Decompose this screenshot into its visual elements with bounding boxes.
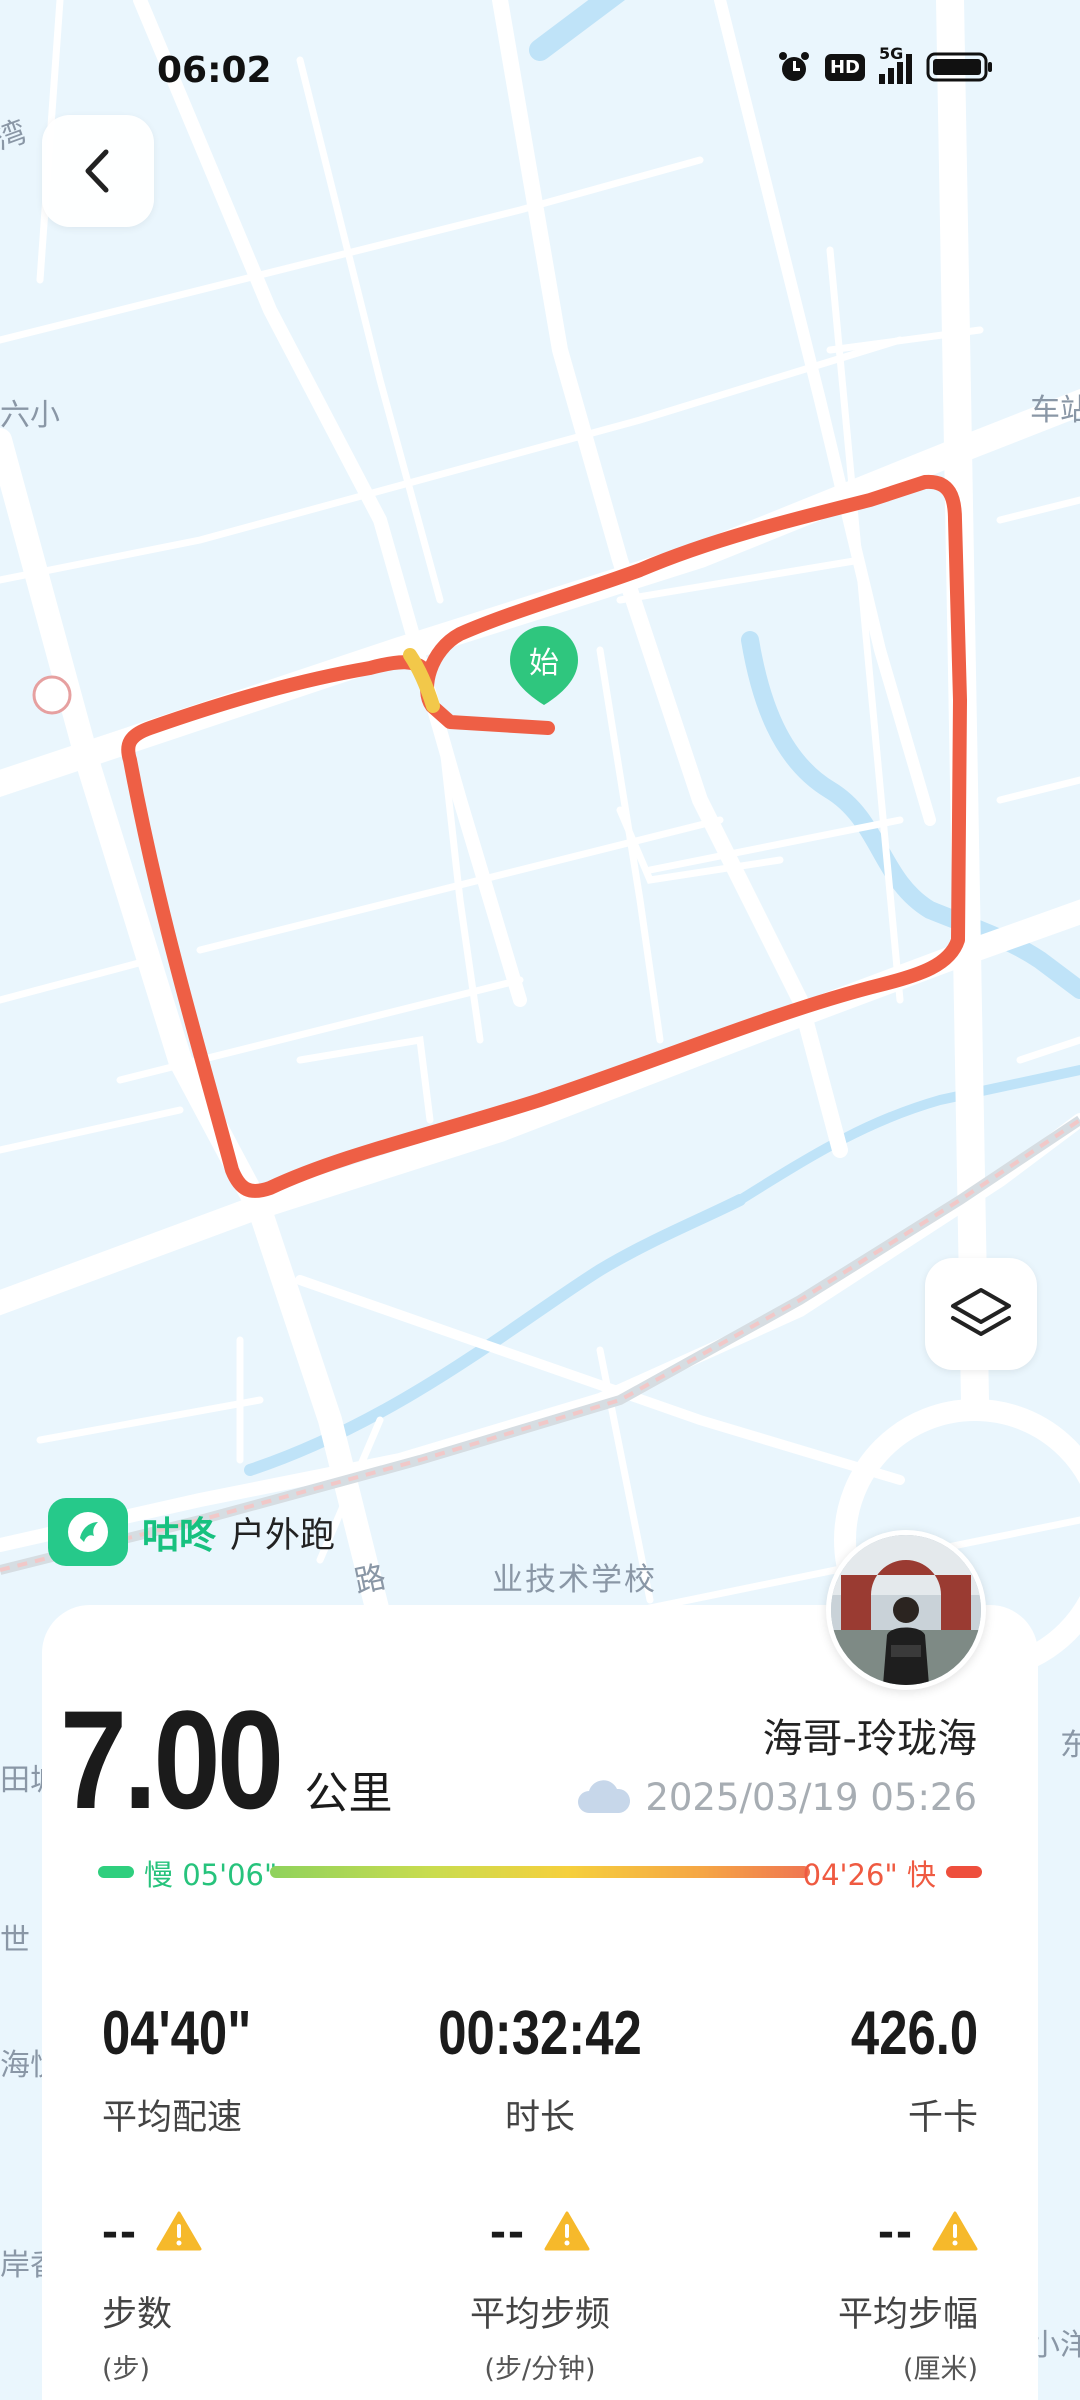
- brand-badge: 咕咚 户外跑: [48, 1498, 335, 1566]
- distance-block: 7.00 公里: [60, 1690, 392, 1830]
- stride-value: --: [878, 2204, 914, 2258]
- distance-unit: 公里: [304, 1768, 393, 1819]
- hd-icon: HD: [824, 53, 865, 81]
- stat-avg-pace: 04'40" 平均配速: [102, 2003, 284, 2140]
- slow-pace-dot: [98, 1866, 134, 1878]
- svg-text:世: 世: [0, 1923, 30, 1958]
- user-name: 海哥-玲珑海: [762, 1716, 977, 1762]
- stat-calories: 426.0 千卡: [823, 2003, 978, 2140]
- codoon-logo-icon: [48, 1498, 128, 1566]
- cadence-value: --: [490, 2204, 526, 2258]
- cloud-icon: [578, 1779, 631, 1813]
- warning-icon: [932, 2211, 978, 2251]
- pace-gradient-track: [270, 1866, 810, 1878]
- calories-value: 426.0: [850, 1999, 978, 2068]
- duration-label: 时长: [504, 2098, 575, 2138]
- slow-pace-label: 慢 05'06": [144, 1858, 278, 1892]
- avatar[interactable]: [826, 1530, 986, 1690]
- date-row: 2025/03/19 05:26: [575, 1776, 977, 1819]
- svg-text:六小: 六小: [0, 398, 60, 433]
- battery-icon: [926, 52, 992, 82]
- stat-cadence[interactable]: -- 平均步频 (步/分钟): [390, 2200, 690, 2386]
- run-date: 2025/03/19 05:26: [645, 1776, 977, 1819]
- status-time: 06:02: [157, 50, 272, 91]
- steps-value: --: [102, 2204, 138, 2258]
- back-button[interactable]: [42, 115, 154, 227]
- status-bar: 06:02 HD 5G: [0, 40, 1080, 100]
- signal-icon: 5G: [879, 44, 912, 84]
- fast-pace-dot: [946, 1866, 982, 1878]
- alarm-icon: [778, 52, 809, 81]
- network-type: 5G: [879, 44, 904, 63]
- brand-name: 咕咚: [142, 1514, 216, 1557]
- steps-unit: (步): [102, 2354, 151, 2385]
- stride-label: 平均步幅: [837, 2295, 978, 2335]
- fast-pace-label: 04'26" 快: [802, 1858, 936, 1892]
- pace-range-bar: 慢 05'06" 04'26" 快: [98, 1852, 982, 1892]
- cadence-unit: (步/分钟): [484, 2354, 596, 2385]
- map-school-label: 业技术学校: [492, 1562, 657, 1598]
- stat-steps[interactable]: -- 步数 (步): [102, 2200, 202, 2386]
- avg-pace-value: 04'40": [102, 1999, 252, 2068]
- warning-icon: [156, 2211, 202, 2251]
- map-layers-button[interactable]: [925, 1258, 1037, 1370]
- start-marker-label: 始: [529, 646, 559, 681]
- avg-pace-label: 平均配速: [102, 2098, 243, 2138]
- svg-text:车站: 车站: [1030, 393, 1080, 428]
- calories-label: 千卡: [907, 2098, 978, 2138]
- svg-text:东: 东: [1060, 1728, 1080, 1763]
- warning-icon: [544, 2211, 590, 2251]
- layers-icon: [951, 1288, 1011, 1336]
- cadence-label: 平均步频: [469, 2295, 610, 2335]
- duration-value: 00:32:42: [438, 1999, 642, 2068]
- stat-stride[interactable]: -- 平均步幅 (厘米): [838, 2200, 978, 2386]
- stat-duration: 00:32:42 时长: [390, 2003, 690, 2140]
- distance-value: 7.00: [60, 1681, 284, 1838]
- stride-unit: (厘米): [902, 2354, 978, 2385]
- activity-type: 户外跑: [230, 1515, 336, 1556]
- chevron-left-icon: [85, 149, 109, 193]
- steps-label: 步数: [102, 2295, 173, 2335]
